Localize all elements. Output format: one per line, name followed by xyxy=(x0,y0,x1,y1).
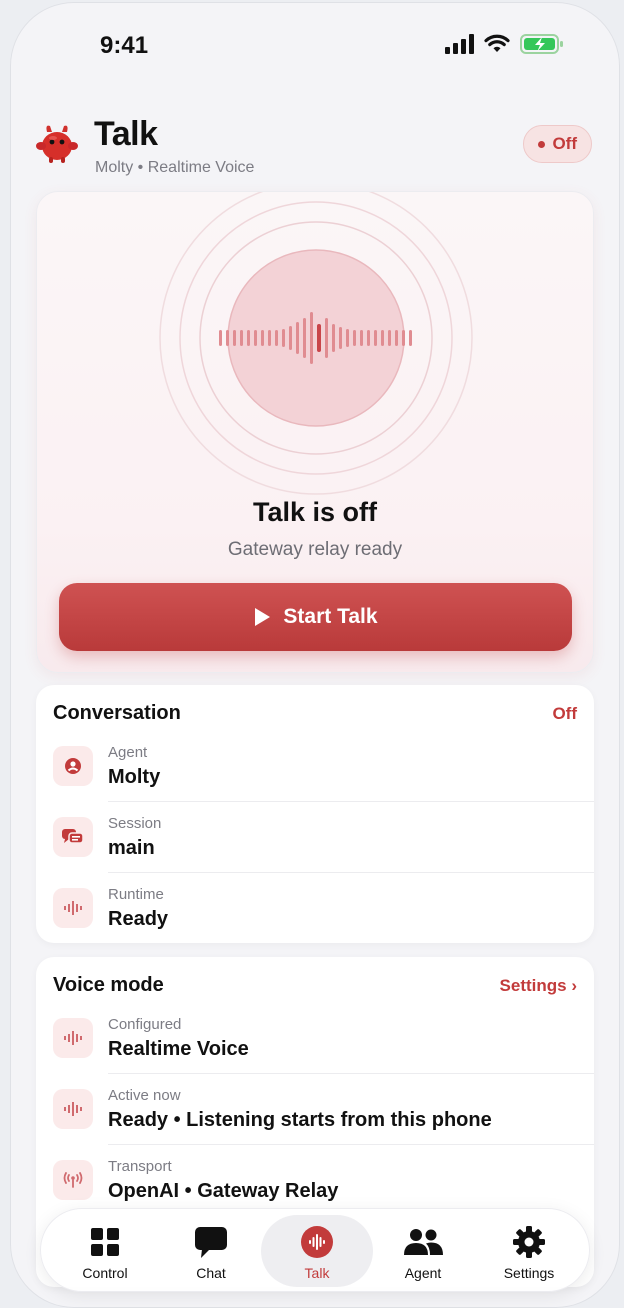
row-label: Configured xyxy=(108,1016,182,1033)
status-bar: 9:41 xyxy=(10,2,620,92)
chat-icon xyxy=(155,1225,267,1259)
tab-label: Control xyxy=(82,1265,128,1281)
conversation-card: Conversation Off Agent Molty Session mai… xyxy=(36,685,594,943)
waveform-icon xyxy=(53,888,93,928)
tab-settings[interactable]: Settings xyxy=(473,1215,585,1287)
tab-bar: Control Chat Talk Agent Settings xyxy=(40,1208,590,1292)
tab-label: Talk xyxy=(304,1265,330,1281)
header: Talk Molty • Realtime Voice Off xyxy=(10,107,620,187)
voice-visualizer xyxy=(159,192,473,495)
status-dot-icon xyxy=(538,140,546,148)
battery-charging-icon xyxy=(520,34,563,54)
row-value: Ready • Listening starts from this phone xyxy=(108,1109,492,1131)
conversation-title: Conversation xyxy=(53,702,181,724)
cellular-signal-icon xyxy=(445,34,474,54)
talk-status-badge[interactable]: Off xyxy=(523,125,592,163)
conversation-row-agent: Agent Molty xyxy=(36,730,594,802)
voice-row-configured: Configured Realtime Voice xyxy=(36,1002,594,1074)
molty-mascot-icon xyxy=(36,125,78,163)
voice-row-active: Active now Ready • Listening starts from… xyxy=(36,1073,594,1145)
tab-control[interactable]: Control xyxy=(49,1215,161,1287)
conversation-row-session: Session main xyxy=(36,801,594,873)
tab-talk[interactable]: Talk xyxy=(261,1215,373,1287)
phone-screen: 9:41 Talk Molty • Realtime Voice Off Tal… xyxy=(10,2,620,1308)
voice-mode-title: Voice mode xyxy=(53,974,164,996)
page-title: Talk xyxy=(94,115,158,153)
people-icon xyxy=(367,1225,479,1259)
wifi-icon xyxy=(484,34,510,52)
row-label: Session xyxy=(108,815,162,832)
antenna-icon xyxy=(53,1160,93,1200)
grid-icon xyxy=(49,1225,161,1259)
row-label: Active now xyxy=(108,1087,181,1104)
conversation-row-runtime: Runtime Ready xyxy=(36,872,594,943)
row-label: Transport xyxy=(108,1158,172,1175)
row-value: Ready xyxy=(108,908,169,930)
tab-agent[interactable]: Agent xyxy=(367,1215,479,1287)
row-label: Runtime xyxy=(108,886,164,903)
talk-state-subtitle: Gateway relay ready xyxy=(227,539,403,560)
person-icon xyxy=(53,746,93,786)
tab-label: Settings xyxy=(503,1265,555,1281)
tab-chat[interactable]: Chat xyxy=(155,1215,267,1287)
status-icons xyxy=(445,33,564,55)
row-label: Agent xyxy=(108,744,148,761)
chat-bubbles-icon xyxy=(53,817,93,857)
tab-label: Chat xyxy=(196,1265,226,1281)
start-talk-button[interactable]: Start Talk xyxy=(59,583,572,651)
tab-label: Agent xyxy=(404,1265,442,1281)
voice-row-transport: Transport OpenAI • Gateway Relay xyxy=(36,1144,594,1216)
row-value: Molty xyxy=(108,766,161,788)
waveform-icon xyxy=(53,1018,93,1058)
row-value: main xyxy=(108,837,155,859)
start-talk-label: Start Talk xyxy=(283,605,378,628)
voice-settings-link[interactable]: Settings › xyxy=(500,976,577,996)
row-value: Realtime Voice xyxy=(108,1038,249,1060)
status-time: 9:41 xyxy=(100,32,149,59)
page-subtitle: Molty • Realtime Voice xyxy=(95,159,255,176)
talk-waveform-icon xyxy=(261,1225,373,1259)
talk-status-label: Off xyxy=(552,134,577,153)
talk-hero-card: Talk is off Gateway relay ready Start Ta… xyxy=(36,191,594,673)
play-icon xyxy=(255,608,271,626)
conversation-status: Off xyxy=(552,704,577,723)
row-value: OpenAI • Gateway Relay xyxy=(108,1180,339,1202)
waveform-icon xyxy=(53,1089,93,1129)
talk-state-title: Talk is off xyxy=(252,497,378,527)
gear-icon xyxy=(473,1225,585,1259)
